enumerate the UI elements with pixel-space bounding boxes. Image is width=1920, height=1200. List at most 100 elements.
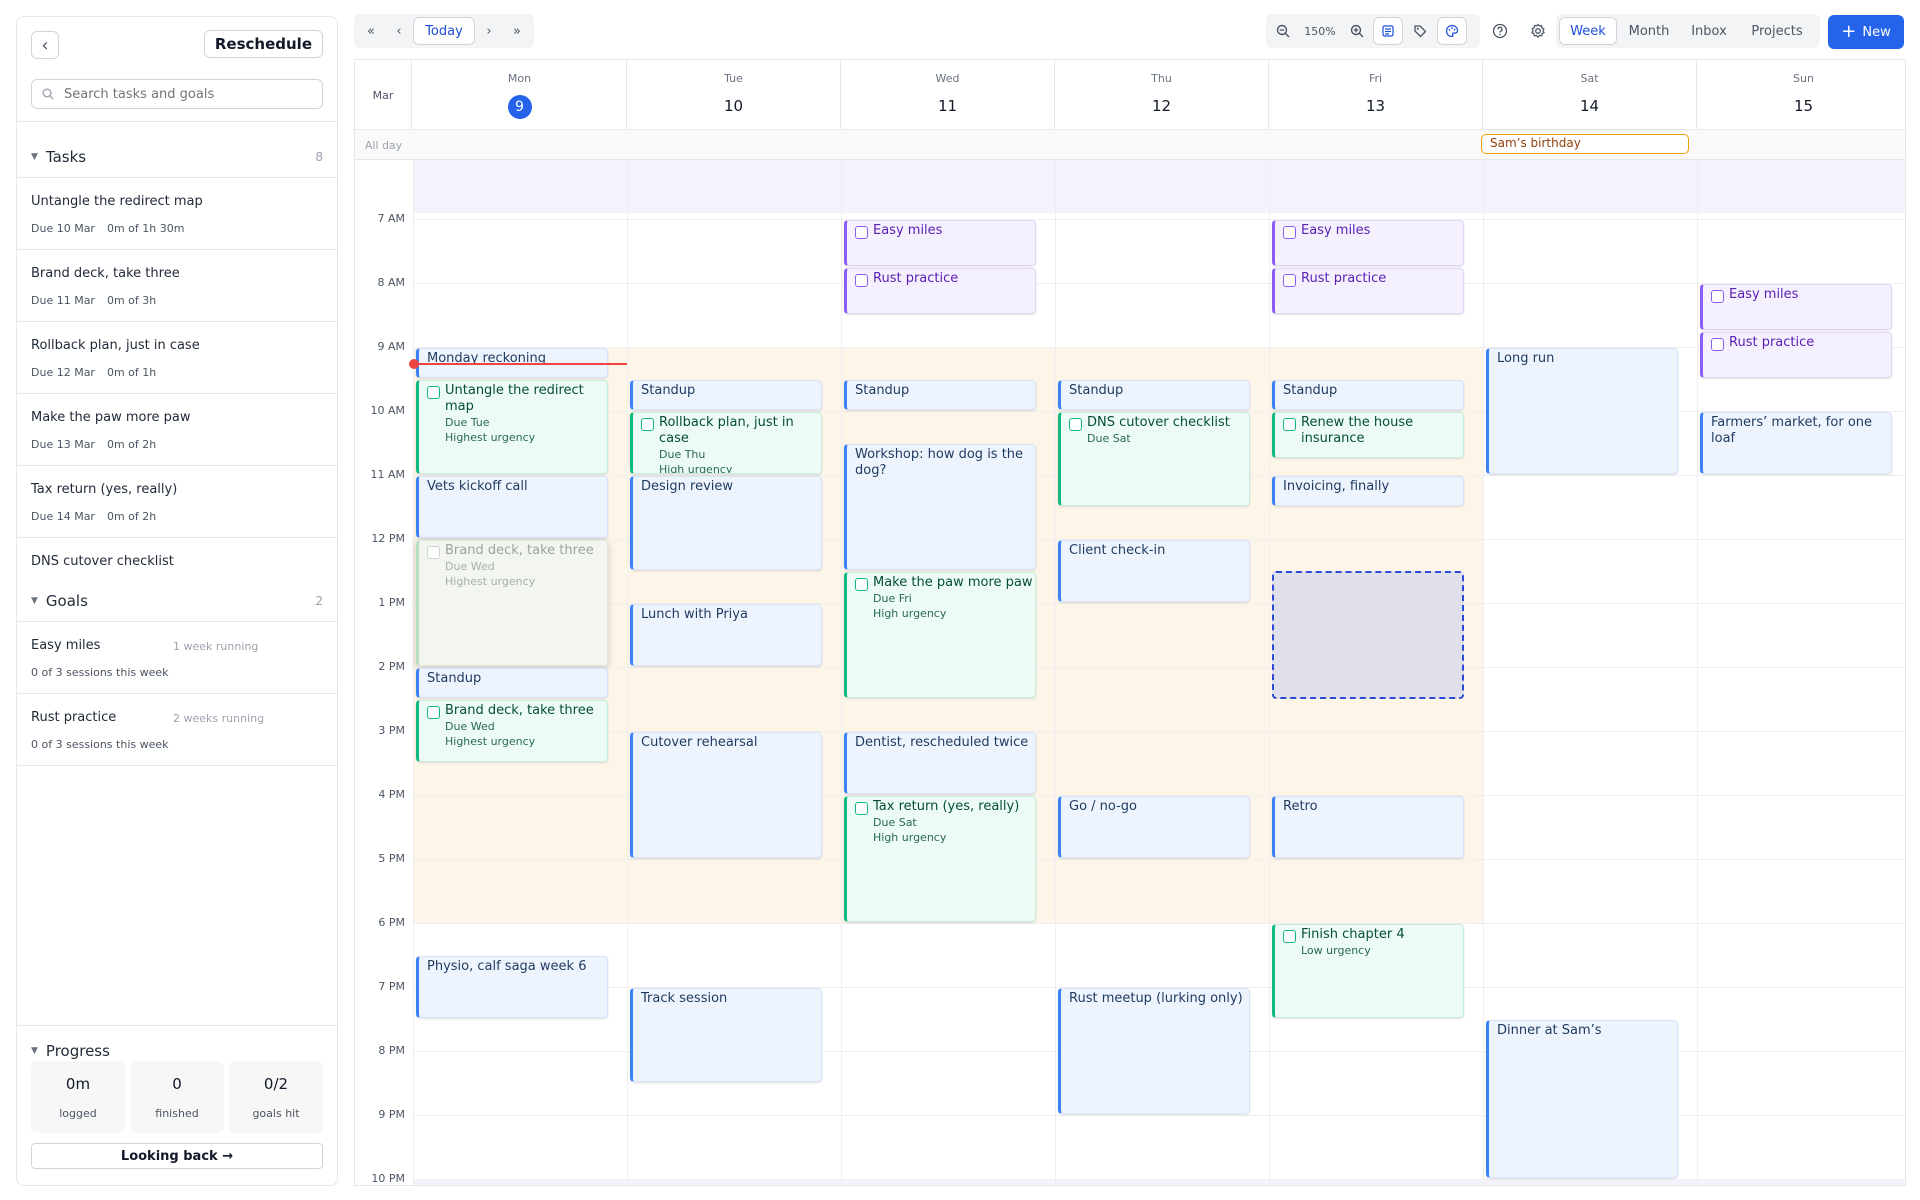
new-button[interactable]: + New <box>1828 15 1904 49</box>
calendar-event[interactable]: Go / no-go <box>1058 796 1250 858</box>
calendar-event[interactable]: Design review <box>630 476 822 570</box>
checkbox[interactable] <box>1283 226 1296 239</box>
search-input[interactable] <box>64 86 304 102</box>
task-block[interactable]: Brand deck, take three Due Wed Highest urg… <box>416 700 608 762</box>
previous-month-button[interactable]: « <box>358 18 384 44</box>
calendar-event[interactable]: Standup <box>1272 380 1464 410</box>
checkbox[interactable] <box>855 802 868 815</box>
task-list-item[interactable]: Brand deck, take three Due 11 Mar 0m of 3h <box>17 250 337 322</box>
checkbox[interactable] <box>427 546 440 559</box>
calendar-event[interactable]: Retro <box>1272 796 1464 858</box>
task-list-item[interactable]: Rollback plan, just in case Due 12 Mar 0m … <box>17 322 337 394</box>
calendar-event[interactable]: Dinner at Sam’s <box>1486 1020 1678 1178</box>
checkbox[interactable] <box>1711 290 1724 303</box>
task-block[interactable]: Rollback plan, just in case Due Thu High u… <box>630 412 822 474</box>
goal-list-item[interactable]: Easy miles 1 week running 0 of 3 sessions … <box>17 622 337 694</box>
goal-session[interactable]: Easy miles <box>1272 220 1464 266</box>
dragging-task-preview[interactable]: Brand deck, take three Due Wed Highest urg… <box>416 540 608 666</box>
checkbox[interactable] <box>855 274 868 287</box>
tags-button[interactable] <box>1406 18 1434 44</box>
reschedule-button[interactable]: Reschedule <box>203 30 323 58</box>
view-month-tab[interactable]: Month <box>1618 18 1680 44</box>
collapse-sidebar-button[interactable]: ‹ <box>31 31 59 59</box>
checkbox[interactable] <box>1283 930 1296 943</box>
task-list-item[interactable]: Tax return (yes, really) Due 14 Mar 0m of … <box>17 466 337 538</box>
day-header-fri[interactable]: Fri 13 <box>1269 60 1483 130</box>
checkbox[interactable] <box>1283 418 1296 431</box>
checkbox[interactable] <box>855 578 868 591</box>
zoom-out-button[interactable] <box>1270 18 1296 44</box>
task-block[interactable]: DNS cutover checklist Due Sat <box>1058 412 1250 506</box>
next-month-button[interactable]: » <box>504 18 530 44</box>
task-meta: Due 14 Mar 0m of 2h <box>31 510 168 523</box>
task-block[interactable]: Finish chapter 4 Low urgency <box>1272 924 1464 1018</box>
calendar-event[interactable]: Long run <box>1486 348 1678 474</box>
calendar-event[interactable]: Standup <box>630 380 822 410</box>
calendar-event[interactable]: Standup <box>416 668 608 698</box>
task-block[interactable]: Renew the house insurance <box>1272 412 1464 458</box>
help-button[interactable] <box>1486 18 1514 44</box>
looking-back-button[interactable]: Looking back → <box>31 1143 323 1169</box>
calendar-event[interactable]: Physio, calf saga week 6 <box>416 956 608 1018</box>
next-week-button[interactable]: › <box>476 18 502 44</box>
event-title: Physio, calf saga week 6 <box>427 959 587 974</box>
goals-section-header[interactable]: ▼ Goals 2 <box>31 589 323 613</box>
day-header-tue[interactable]: Tue 10 <box>627 60 841 130</box>
view-inbox-tab[interactable]: Inbox <box>1682 18 1736 44</box>
task-block[interactable]: Make the paw more paw Due Fri High urgency <box>844 572 1036 698</box>
calendar-event[interactable]: Standup <box>844 380 1036 410</box>
progress-section-header[interactable]: ▼ Progress <box>31 1039 323 1063</box>
task-block[interactable]: Untangle the redirect map Due Tue Highest … <box>416 380 608 474</box>
previous-week-button[interactable]: ‹ <box>386 18 412 44</box>
new-event-selection[interactable] <box>1272 571 1464 699</box>
checkbox[interactable] <box>427 386 440 399</box>
goal-session[interactable]: Rust practice <box>844 268 1036 314</box>
task-list-item[interactable]: Make the paw more paw Due 13 Mar 0m of 2h <box>17 394 337 466</box>
all-day-row[interactable]: All day Sam’s birthday <box>355 130 1905 160</box>
checkbox[interactable] <box>427 706 440 719</box>
help-icon <box>1492 23 1508 39</box>
tasks-section-header[interactable]: ▼ Tasks 8 <box>31 145 323 169</box>
task-block[interactable]: Tax return (yes, really) Due Sat High urge… <box>844 796 1036 922</box>
density-toggle-button[interactable] <box>1374 18 1402 44</box>
checkbox[interactable] <box>1069 418 1082 431</box>
all-day-event[interactable]: Sam’s birthday <box>1481 134 1689 154</box>
task-list-item[interactable]: Untangle the redirect map Due 10 Mar 0m of… <box>17 178 337 250</box>
today-button[interactable]: Today <box>414 18 474 44</box>
calendar-event[interactable]: Vets kickoff call <box>416 476 608 538</box>
calendar-event[interactable]: Farmers’ market, for one loaf <box>1700 412 1892 474</box>
day-header-sun[interactable]: Sun 15 <box>1697 60 1905 130</box>
calendar-event[interactable]: Client check-in <box>1058 540 1250 602</box>
palette-button[interactable] <box>1438 18 1466 44</box>
task-list-item[interactable]: DNS cutover checklist <box>17 538 337 574</box>
calendar-event[interactable]: Invoicing, finally <box>1272 476 1464 506</box>
checkbox[interactable] <box>1283 274 1296 287</box>
checkbox[interactable] <box>855 226 868 239</box>
goal-session[interactable]: Easy miles <box>1700 284 1892 330</box>
event-detail: Due Wed <box>445 560 495 573</box>
checkbox[interactable] <box>641 418 654 431</box>
goal-session[interactable]: Easy miles <box>844 220 1036 266</box>
calendar-event[interactable]: Track session <box>630 988 822 1082</box>
time-grid[interactable]: 7 AM 8 AM 9 AM 10 AM 11 AM 12 PM 1 PM 2 PM 3 PM 4… <box>355 160 1905 1185</box>
goal-list-item[interactable]: Rust practice 2 weeks running 0 of 3 sessi… <box>17 694 337 766</box>
goal-session[interactable]: Rust practice <box>1700 332 1892 378</box>
calendar-event[interactable]: Standup <box>1058 380 1250 410</box>
calendar-event[interactable]: Workshop: how dog is the dog? <box>844 444 1036 570</box>
day-header-wed[interactable]: Wed 11 <box>841 60 1055 130</box>
view-projects-tab[interactable]: Projects <box>1738 18 1816 44</box>
search-field[interactable] <box>31 79 323 109</box>
day-header-mon[interactable]: Mon 9 <box>413 60 627 130</box>
day-header-thu[interactable]: Thu 12 <box>1055 60 1269 130</box>
calendar-event[interactable]: Cutover rehearsal <box>630 732 822 858</box>
view-week-tab[interactable]: Week <box>1560 18 1616 44</box>
goal-session[interactable]: Rust practice <box>1272 268 1464 314</box>
calendar-event[interactable]: Lunch with Priya <box>630 604 822 666</box>
calendar-event[interactable]: Rust meetup (lurking only) <box>1058 988 1250 1114</box>
calendar-event[interactable]: Dentist, rescheduled twice <box>844 732 1036 794</box>
double-chevron-right-icon: » <box>513 23 521 39</box>
settings-button[interactable] <box>1524 18 1552 44</box>
day-header-sat[interactable]: Sat 14 <box>1483 60 1697 130</box>
checkbox[interactable] <box>1711 338 1724 351</box>
zoom-in-button[interactable] <box>1344 18 1370 44</box>
